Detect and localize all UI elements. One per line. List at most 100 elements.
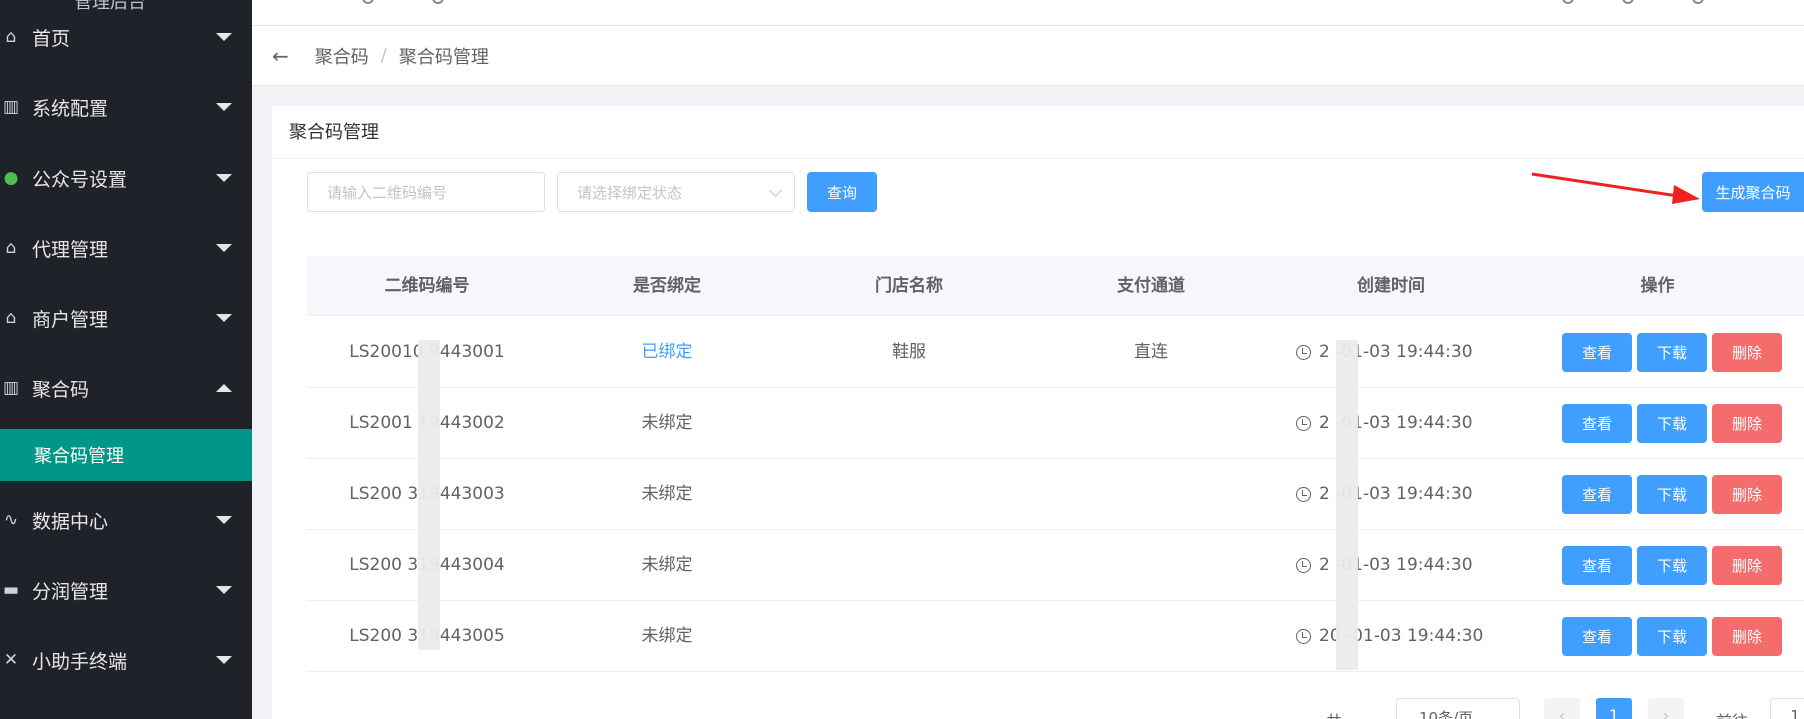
delete-button[interactable]: 删除 <box>1712 333 1782 372</box>
chevron-down-icon <box>216 656 232 664</box>
bind-status-cell: 未绑定 <box>641 413 693 433</box>
sidebar-item-label: 首页 <box>32 27 71 50</box>
sidebar-item-label: 小助手终端 <box>32 650 128 673</box>
payment-channel-cell <box>1031 459 1271 529</box>
table-row: LS200 319443004 未绑定 2 -01-03 19:44:30 查看… <box>307 530 1804 601</box>
redaction-mask <box>1336 340 1358 670</box>
bind-status-select[interactable]: 请选择绑定状态 <box>557 172 795 212</box>
header-icon[interactable] <box>1562 0 1574 4</box>
chevron-down-icon <box>216 103 232 111</box>
download-button[interactable]: 下载 <box>1637 546 1707 585</box>
header-icon[interactable] <box>362 0 374 4</box>
column-header: 二维码编号 <box>384 276 470 296</box>
bind-status-cell: 未绑定 <box>641 626 693 646</box>
download-button[interactable]: 下载 <box>1637 333 1707 372</box>
page-number-button[interactable]: 1 <box>1596 698 1632 719</box>
book-icon: ▥ <box>2 97 20 117</box>
view-button[interactable]: 查看 <box>1562 404 1632 443</box>
back-arrow-icon[interactable]: ← <box>272 44 289 68</box>
bind-status-cell[interactable]: 已绑定 <box>547 317 787 387</box>
sidebar-item-profit-sharing[interactable]: ▬ 分润管理 <box>0 555 252 625</box>
clock-icon <box>1296 416 1311 431</box>
payment-channel-cell <box>1031 601 1271 671</box>
tools-icon: ✕ <box>3 650 19 670</box>
sidebar-item-label: 系统配置 <box>32 97 109 120</box>
sidebar-item-label: 分润管理 <box>32 580 109 603</box>
top-header <box>252 0 1804 26</box>
prev-page-button[interactable]: ‹ <box>1544 698 1580 719</box>
column-header: 操作 <box>1640 276 1675 296</box>
clock-icon <box>1296 558 1311 573</box>
sidebar-item-label: 代理管理 <box>32 238 109 261</box>
clock-icon <box>1296 629 1311 644</box>
page-title: 聚合码管理 <box>289 122 379 143</box>
column-header: 支付通道 <box>1117 276 1185 296</box>
book-icon: ▥ <box>2 378 20 398</box>
redaction-mask <box>418 340 440 650</box>
delete-button[interactable]: 删除 <box>1712 546 1782 585</box>
delete-button[interactable]: 删除 <box>1712 475 1782 514</box>
qrcode-number-placeholder: 请输入二维码编号 <box>327 183 448 202</box>
view-button[interactable]: 查看 <box>1562 333 1632 372</box>
store-name-cell <box>787 601 1031 671</box>
store-name-cell <box>787 459 1031 529</box>
sidebar-item-assistant-terminal[interactable]: ✕ 小助手终端 <box>0 625 252 695</box>
sidebar-subitem-aggregate-code-management[interactable]: 聚合码管理 <box>0 429 252 481</box>
sidebar-item-wechat-settings[interactable]: ● 公众号设置 <box>0 143 252 213</box>
sidebar: 管理后台 ⌂ 首页 ▥ 系统配置 ● 公众号设置 ⌂ 代理管理 ⌂ 商户管理 ▥… <box>0 0 252 719</box>
delete-button[interactable]: 删除 <box>1712 404 1782 443</box>
breadcrumb-parent[interactable]: 聚合码 <box>315 43 369 69</box>
breadcrumb: ← 聚合码 / 聚合码管理 <box>252 26 1804 86</box>
view-button[interactable]: 查看 <box>1562 617 1632 656</box>
view-button[interactable]: 查看 <box>1562 546 1632 585</box>
bind-status-cell: 未绑定 <box>641 555 693 575</box>
download-button[interactable]: 下载 <box>1637 404 1707 443</box>
table-row: LS2001 19443002 未绑定 2 -01-03 19:44:30 查看… <box>307 388 1804 459</box>
generate-aggregate-code-button[interactable]: 生成聚合码 <box>1702 172 1804 212</box>
monitor-icon: ▬ <box>2 580 20 600</box>
sidebar-item-aggregate-code[interactable]: ▥ 聚合码 <box>0 353 252 423</box>
divider <box>272 158 1804 159</box>
download-button[interactable]: 下载 <box>1637 475 1707 514</box>
qrcode-number-input[interactable]: 请输入二维码编号 <box>307 172 545 212</box>
column-header: 门店名称 <box>875 276 943 296</box>
pagination-total: 共 <box>1326 708 1342 719</box>
chevron-down-icon <box>216 33 232 41</box>
sidebar-item-home[interactable]: ⌂ 首页 <box>0 2 252 72</box>
clock-icon <box>1296 345 1311 360</box>
header-icon[interactable] <box>1692 0 1704 4</box>
header-icon[interactable] <box>432 0 444 4</box>
query-button[interactable]: 查询 <box>807 172 877 212</box>
sidebar-item-system-config[interactable]: ▥ 系统配置 <box>0 72 252 142</box>
next-page-button[interactable]: › <box>1648 698 1684 719</box>
sidebar-item-label: 聚合码 <box>32 378 90 401</box>
page-size-select[interactable]: 10条/页 <box>1396 698 1520 719</box>
pagination: 共 10条/页 ‹ 1 › 前往 1 <box>1320 698 1804 719</box>
delete-button[interactable]: 删除 <box>1712 617 1782 656</box>
chevron-down-icon <box>216 314 232 322</box>
pulse-icon: ∿ <box>3 510 19 530</box>
payment-channel-cell <box>1031 388 1271 458</box>
goto-page-input[interactable]: 1 <box>1770 698 1804 719</box>
wechat-icon: ● <box>3 168 19 188</box>
view-button[interactable]: 查看 <box>1562 475 1632 514</box>
download-button[interactable]: 下载 <box>1637 617 1707 656</box>
breadcrumb-current: 聚合码管理 <box>398 46 489 68</box>
sidebar-item-data-center[interactable]: ∿ 数据中心 <box>0 485 252 555</box>
sidebar-item-agent-management[interactable]: ⌂ 代理管理 <box>0 213 252 283</box>
table-row: LS200 319443003 未绑定 2 -01-03 19:44:30 查看… <box>307 459 1804 530</box>
goto-label: 前往 <box>1716 708 1748 719</box>
payment-channel-cell <box>1031 530 1271 600</box>
sidebar-item-label: 商户管理 <box>32 308 109 331</box>
chevron-down-icon <box>216 516 232 524</box>
chevron-down-icon <box>216 174 232 182</box>
header-icon[interactable] <box>1622 0 1634 4</box>
chevron-down-icon <box>216 586 232 594</box>
clock-icon <box>1296 487 1311 502</box>
table-row: LS20010 9443001 已绑定 鞋服 直连 2 -01-03 19:44… <box>307 317 1804 388</box>
breadcrumb-separator: / <box>380 45 387 66</box>
chevron-down-icon <box>769 184 782 197</box>
annotation-arrow-icon <box>1531 172 1700 204</box>
store-name-cell <box>787 388 1031 458</box>
sidebar-item-merchant-management[interactable]: ⌂ 商户管理 <box>0 283 252 353</box>
